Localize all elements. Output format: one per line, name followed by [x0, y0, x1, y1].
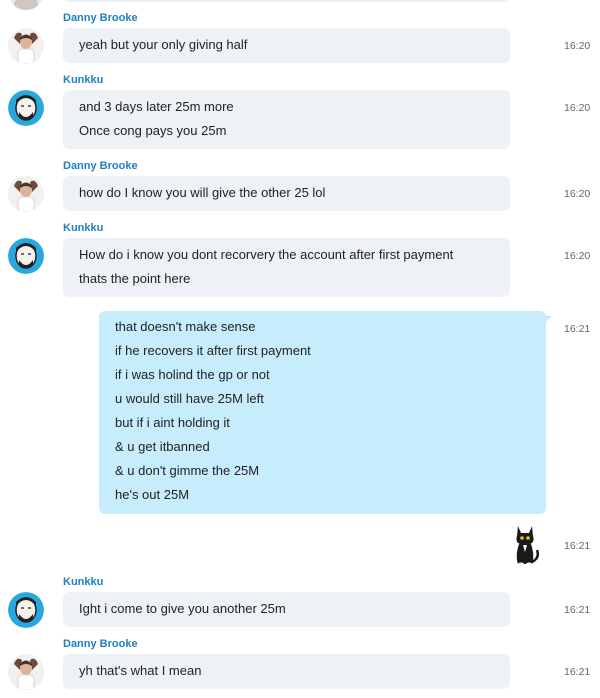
message-text: thats the point here: [79, 271, 191, 286]
sender-name: Kunkku: [63, 576, 104, 588]
message-timestamp: 16:20: [564, 250, 591, 262]
avatar-kunkku[interactable]: [8, 90, 44, 126]
danny-brooke-avatar-icon: [8, 176, 44, 212]
danny-brooke-avatar-icon: [8, 654, 44, 690]
cat-sticker-icon[interactable]: [510, 522, 540, 566]
sender-name: Danny Brooke: [63, 638, 138, 650]
message-timestamp: 16:20: [564, 102, 591, 114]
avatar-danny-brooke-partial: [8, 0, 44, 10]
outgoing-message-bubble[interactable]: that doesn't make sense if he recovers i…: [99, 311, 546, 514]
message-bubble[interactable]: how do I know you will give the other 25…: [63, 176, 510, 211]
message-text: & u don't gimme the 25M: [115, 463, 260, 478]
message-timestamp: 16:21: [564, 666, 591, 678]
kunkku-avatar-icon: [8, 238, 44, 274]
avatar-danny-brooke[interactable]: [8, 28, 44, 64]
bubble-tail: [544, 316, 552, 324]
message-text: yh that's what I mean: [79, 663, 202, 678]
message-bubble[interactable]: Ight i come to give you another 25m: [63, 592, 510, 627]
sender-name: Danny Brooke: [63, 12, 138, 24]
message-text: and 3 days later 25m more: [79, 99, 234, 114]
message-text: that doesn't make sense: [115, 319, 256, 334]
avatar-danny-brooke[interactable]: [8, 654, 44, 690]
avatar-danny-brooke[interactable]: [8, 176, 44, 212]
message-timestamp: 16:21: [564, 540, 591, 552]
avatar-kunkku[interactable]: [8, 238, 44, 274]
kunkku-avatar-icon: [8, 90, 44, 126]
message-text: Ight i come to give you another 25m: [79, 601, 286, 616]
message-timestamp: 16:21: [564, 604, 591, 616]
avatar-kunkku[interactable]: [8, 592, 44, 628]
message-timestamp: 16:20: [564, 188, 591, 200]
message-bubble[interactable]: How do i know you dont recorvery the acc…: [63, 238, 510, 297]
message-text: he's out 25M: [115, 487, 190, 502]
message-bubble[interactable]: yeah but your only giving half: [63, 28, 510, 63]
kunkku-avatar-icon: [8, 592, 44, 628]
message-text: u would still have 25M left: [115, 391, 264, 406]
sender-name: Danny Brooke: [63, 160, 138, 172]
message-timestamp: 16:21: [564, 323, 591, 335]
message-text: if i was holind the gp or not: [115, 367, 270, 382]
message-text: how do I know you will give the other 25…: [79, 185, 326, 200]
message-text: but if i aint holding it: [115, 415, 230, 430]
message-bubble[interactable]: yh that's what I mean: [63, 654, 510, 689]
sender-name: Kunkku: [63, 74, 104, 86]
message-text: & u get itbanned: [115, 439, 210, 454]
sender-name: Kunkku: [63, 222, 104, 234]
message-bubble[interactable]: and 3 days later 25m more Once cong pays…: [63, 90, 510, 149]
message-text: if he recovers it after first payment: [115, 343, 311, 358]
message-text: How do i know you dont recorvery the acc…: [79, 247, 454, 262]
previous-message-bubble-edge: [63, 0, 510, 2]
message-text: yeah but your only giving half: [79, 37, 248, 52]
danny-brooke-avatar-icon: [8, 28, 44, 64]
message-timestamp: 16:20: [564, 40, 591, 52]
message-text: Once cong pays you 25m: [79, 123, 227, 138]
